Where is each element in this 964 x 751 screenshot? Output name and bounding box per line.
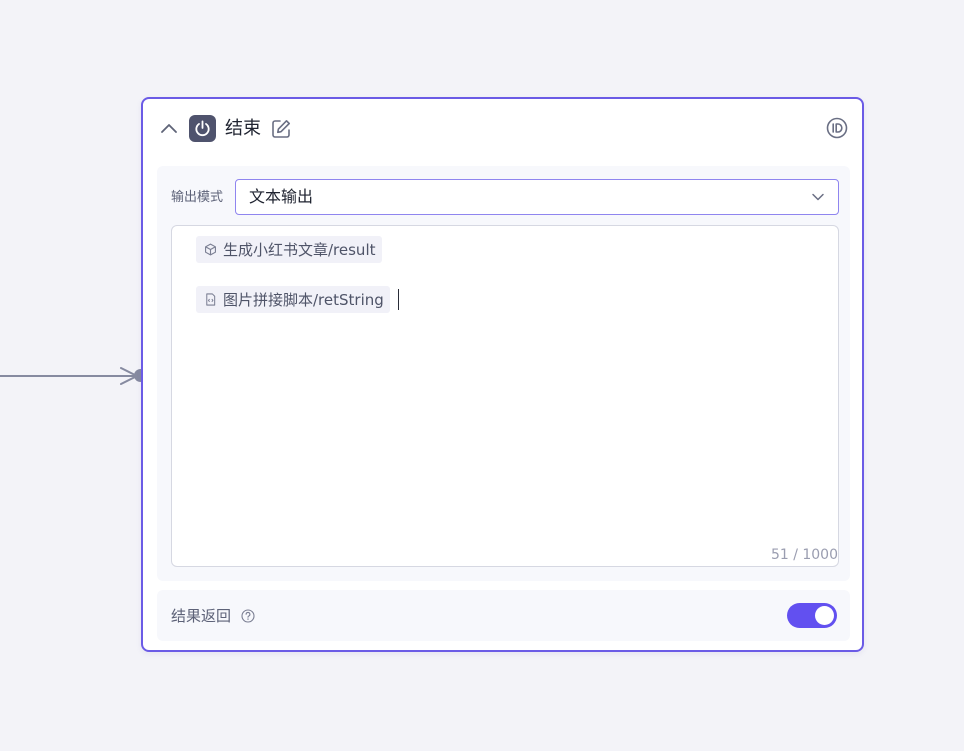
edit-icon[interactable] (270, 118, 292, 140)
output-config-panel: 输出模式 文本输出 生成小红书文章/result 图片拼接脚本/retStrin… (157, 166, 850, 581)
output-mode-label: 输出模式 (171, 190, 224, 205)
text-caret (398, 289, 399, 310)
power-icon (189, 115, 216, 142)
variable-chip-label: 生成小红书文章/result (223, 241, 376, 259)
result-return-label: 结果返回 (171, 607, 232, 625)
output-mode-select[interactable]: 文本输出 (235, 179, 839, 215)
node-title: 结束 (225, 118, 261, 139)
variable-chip[interactable]: 图片拼接脚本/retString (196, 286, 390, 313)
node-header: 结束 (143, 99, 862, 159)
toggle-knob (815, 606, 834, 625)
result-return-toggle[interactable] (787, 603, 837, 628)
result-return-row: 结果返回 (157, 590, 850, 641)
variable-chip[interactable]: 生成小红书文章/result (196, 236, 382, 263)
output-mode-value: 文本输出 (249, 187, 314, 206)
node-id-icon[interactable] (826, 117, 848, 139)
variable-chip-label: 图片拼接脚本/retString (223, 291, 384, 309)
character-count: 51 / 1000 (770, 547, 838, 563)
end-node-card[interactable]: 结束 输出模式 文本输出 生成小红书文章/result 图片拼接脚本/retSt… (141, 97, 864, 652)
output-text-editor[interactable]: 生成小红书文章/result 图片拼接脚本/retString 51 / 100… (171, 225, 839, 567)
help-icon[interactable] (241, 609, 255, 623)
script-file-icon (206, 293, 216, 306)
chevron-up-icon[interactable] (160, 121, 178, 135)
cube-icon (205, 243, 216, 256)
chevron-down-icon (812, 193, 824, 201)
